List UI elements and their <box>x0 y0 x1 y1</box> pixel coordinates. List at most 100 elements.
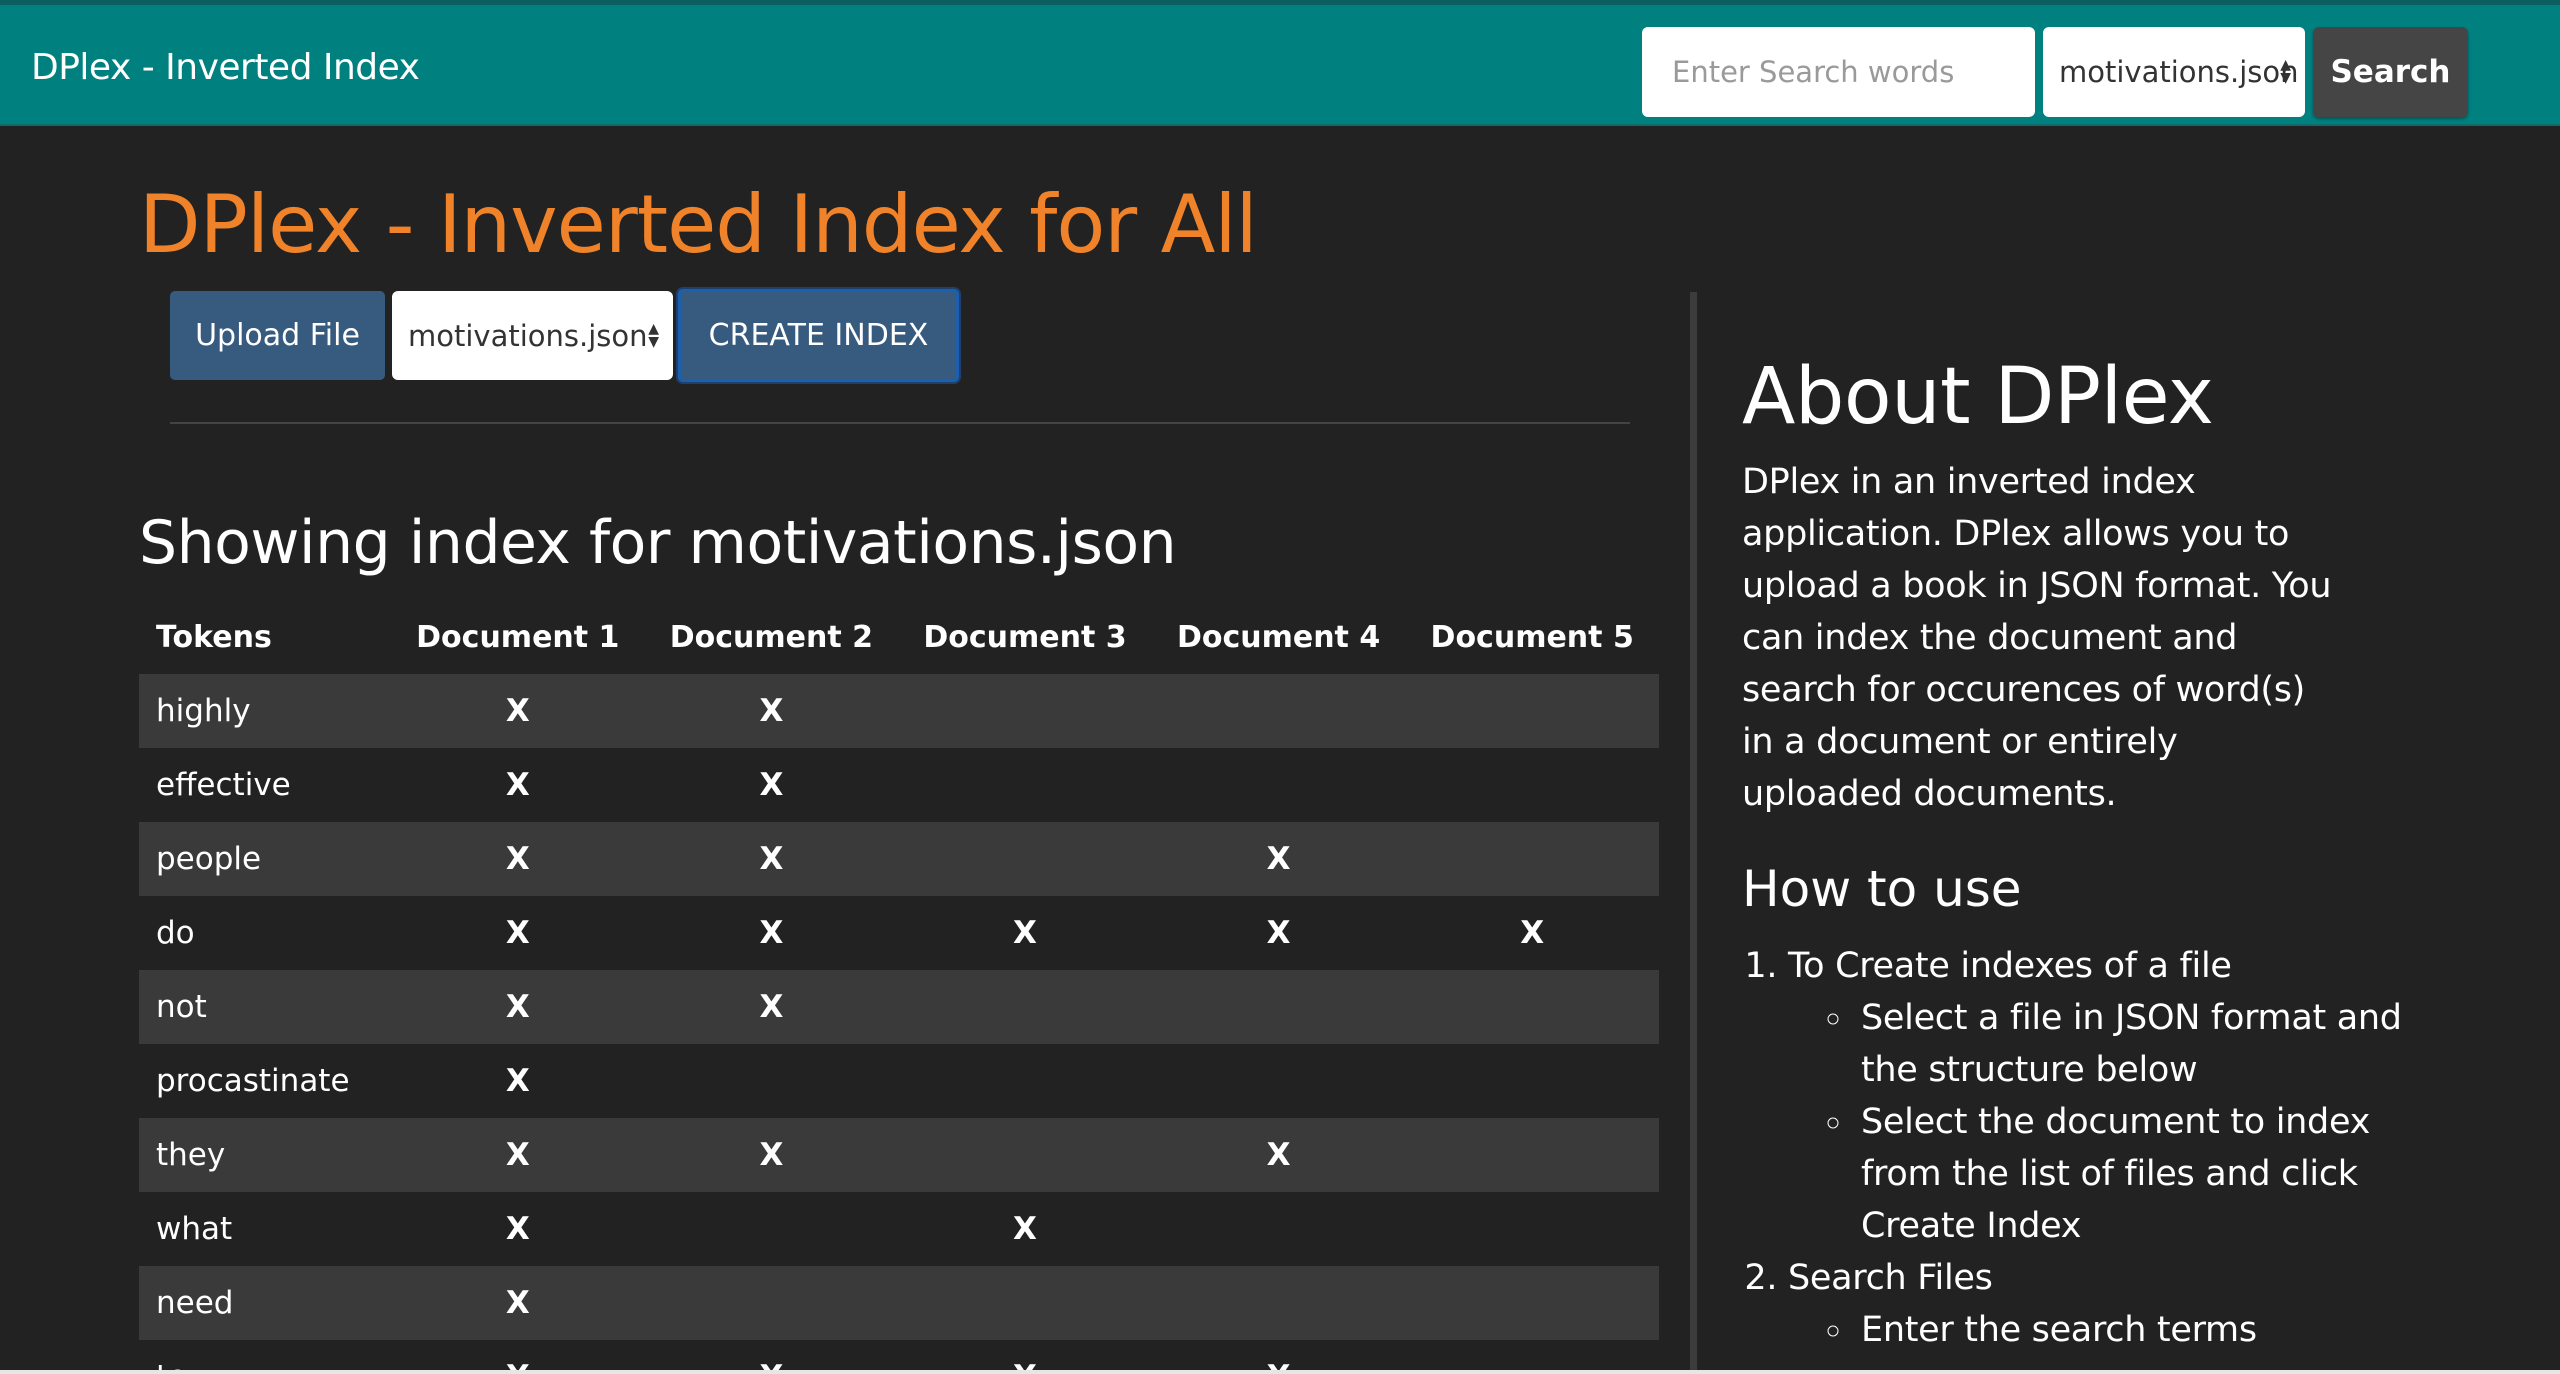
doc-mark <box>1405 748 1659 822</box>
token-cell: not <box>156 989 207 1025</box>
doc-mark: X <box>759 989 784 1025</box>
doc-mark: X <box>505 1285 530 1321</box>
header-document-2: Document 2 <box>669 619 874 655</box>
table-row: do X X X X X <box>139 896 1659 970</box>
token-cell: what <box>156 1211 233 1247</box>
index-file-select-value: motivations.json <box>408 318 648 353</box>
doc-mark <box>645 1192 899 1266</box>
doc-mark: X <box>1152 1340 1406 1374</box>
howto-substep: Enter the search terms <box>1855 1304 2428 1356</box>
doc-mark: X <box>898 1340 1152 1374</box>
create-index-button[interactable]: CREATE INDEX <box>678 289 959 382</box>
doc-mark <box>898 1044 1152 1118</box>
navbar-file-select[interactable]: motivations.json ▲ ▼ <box>2043 27 2305 117</box>
token-cell: to <box>139 1340 391 1374</box>
token-cell: procastinate <box>156 1063 350 1099</box>
token-cell: effective <box>156 767 291 803</box>
doc-mark <box>898 674 1152 748</box>
upload-file-button[interactable]: Upload File <box>170 291 385 380</box>
doc-mark: X <box>759 915 784 951</box>
doc-mark: X <box>759 1137 784 1173</box>
search-input[interactable] <box>1642 27 2035 117</box>
doc-mark <box>1152 1266 1406 1340</box>
doc-mark <box>1152 748 1406 822</box>
table-row: what X X <box>139 1192 1659 1266</box>
doc-mark <box>1405 1192 1659 1266</box>
token-cell: they <box>156 1137 226 1173</box>
doc-mark: X <box>505 1137 530 1173</box>
token-cell: highly <box>156 693 251 729</box>
page: DPlex - Inverted Index motivations.json … <box>0 0 2560 1374</box>
howto-substep: Select the document to index from the li… <box>1855 1096 2428 1252</box>
token-cell: people <box>156 841 262 877</box>
doc-mark <box>1405 1340 1659 1374</box>
doc-mark: X <box>759 693 784 729</box>
doc-mark: X <box>391 1340 645 1374</box>
doc-mark <box>898 748 1152 822</box>
doc-mark <box>898 970 1152 1044</box>
doc-mark <box>1405 1118 1659 1192</box>
doc-mark: X <box>1520 915 1545 951</box>
top-navbar: DPlex - Inverted Index motivations.json … <box>0 0 2560 126</box>
howto-substep: Select a file in JSON format and the str… <box>1855 992 2428 1096</box>
doc-mark: X <box>759 767 784 803</box>
doc-mark: X <box>505 767 530 803</box>
howto-step-label: Search Files <box>1788 1258 1993 1298</box>
table-row: people X X X <box>139 822 1659 896</box>
doc-mark <box>645 1266 899 1340</box>
doc-mark: X <box>505 841 530 877</box>
doc-mark <box>1405 970 1659 1044</box>
doc-mark <box>898 1118 1152 1192</box>
window-bottom-edge <box>0 1370 2560 1374</box>
howto-steps: To Create indexes of a file Select a fil… <box>1742 940 2428 1356</box>
doc-mark <box>645 1044 899 1118</box>
header-tokens: Tokens <box>156 619 272 655</box>
table-row: need X <box>139 1266 1659 1340</box>
header-document-5: Document 5 <box>1430 619 1634 655</box>
column-divider <box>1690 292 1697 1374</box>
doc-mark: X <box>1266 841 1291 877</box>
doc-mark: X <box>1266 1137 1291 1173</box>
doc-mark <box>1405 1044 1659 1118</box>
doc-mark: X <box>505 693 530 729</box>
doc-mark: X <box>759 841 784 877</box>
doc-mark <box>1152 970 1406 1044</box>
doc-mark <box>1405 674 1659 748</box>
table-row: effective X X <box>139 748 1659 822</box>
table-row: to X X X X <box>139 1340 1659 1374</box>
howto-title: How to use <box>1742 860 2022 918</box>
doc-mark <box>1152 674 1406 748</box>
doc-mark <box>1152 1192 1406 1266</box>
select-caret-icon: ▲ ▼ <box>648 320 659 350</box>
doc-mark: X <box>505 1063 530 1099</box>
index-file-select[interactable]: motivations.json ▲ ▼ <box>392 291 673 380</box>
doc-mark: X <box>1266 915 1291 951</box>
howto-substeps: Enter the search terms <box>1788 1304 2428 1356</box>
doc-mark <box>1405 822 1659 896</box>
token-cell: do <box>156 915 195 951</box>
doc-mark: X <box>505 989 530 1025</box>
index-table-body: highly X X effective X X people X X X do… <box>139 674 1659 1374</box>
doc-mark <box>1152 1044 1406 1118</box>
doc-mark <box>898 822 1152 896</box>
doc-mark <box>1405 1266 1659 1340</box>
header-document-4: Document 4 <box>1176 619 1381 655</box>
table-header-row: Tokens Document 1 Document 2 Document 3 … <box>139 600 1659 674</box>
index-table: Tokens Document 1 Document 2 Document 3 … <box>139 600 1659 1374</box>
index-subtitle: Showing index for motivations.json <box>139 508 1177 578</box>
howto-substeps: Select a file in JSON format and the str… <box>1788 992 2428 1252</box>
token-cell: need <box>156 1285 234 1321</box>
doc-mark: X <box>1013 915 1037 951</box>
select-caret-icon: ▲ ▼ <box>2280 57 2291 86</box>
table-row: procastinate X <box>139 1044 1659 1118</box>
table-row: highly X X <box>139 674 1659 748</box>
header-document-3: Document 3 <box>923 619 1127 655</box>
brand-link[interactable]: DPlex - Inverted Index <box>31 47 420 88</box>
page-title: DPlex - Inverted Index for All <box>139 178 1258 271</box>
doc-mark <box>898 1266 1152 1340</box>
search-button[interactable]: Search <box>2313 27 2468 117</box>
section-divider <box>170 422 1630 424</box>
doc-mark: X <box>645 1340 899 1374</box>
howto-step-label: To Create indexes of a file <box>1788 946 2232 986</box>
howto-step: To Create indexes of a file Select a fil… <box>1788 940 2428 1252</box>
